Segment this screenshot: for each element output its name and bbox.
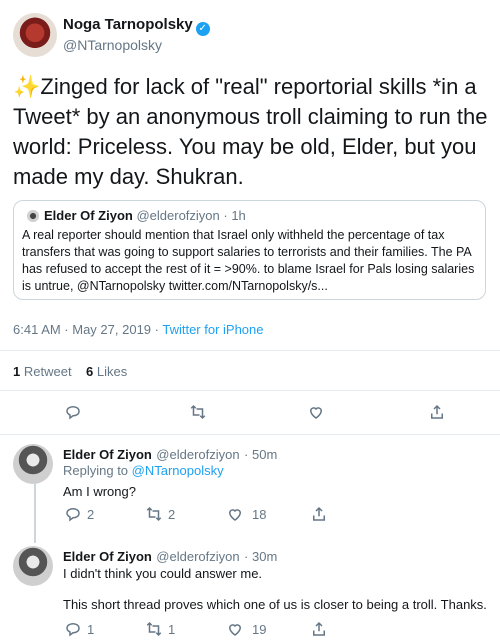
reply-time[interactable]: · 50m <box>244 447 277 462</box>
tweet-source-link[interactable]: Twitter for iPhone <box>162 322 263 337</box>
quoted-handle: @elderofziyon <box>136 208 220 223</box>
reply-text: Am I wrong? <box>63 484 136 499</box>
reply-count: 2 <box>87 507 95 522</box>
tweet-text: ✨Zinged for lack of "real" reportorial s… <box>13 72 493 192</box>
retweet-icon[interactable] <box>144 619 164 639</box>
author-avatar[interactable] <box>13 13 57 57</box>
quoted-time: · 1h <box>223 208 246 223</box>
divider <box>0 434 500 435</box>
heart-icon[interactable] <box>225 504 245 524</box>
replying-to: Replying to @NTarnopolsky <box>63 463 224 478</box>
author-name-text[interactable]: Noga Tarnopolsky <box>63 16 193 33</box>
retweet-count: 2 <box>168 507 176 522</box>
share-icon[interactable] <box>427 402 447 422</box>
like-count: 19 <box>252 622 267 637</box>
reply-author-name[interactable]: Elder Of Ziyon <box>63 549 152 564</box>
tweet-meta: 6:41 AM · May 27, 2019 · Twitter for iPh… <box>13 322 264 337</box>
thread-connector <box>34 483 36 543</box>
share-icon[interactable] <box>309 504 329 524</box>
reply-avatar[interactable] <box>13 546 53 586</box>
likes-label[interactable]: Likes <box>97 364 127 379</box>
sparkle-emoji: ✨ <box>13 74 41 99</box>
reply-author-name[interactable]: Elder Of Ziyon <box>63 447 152 462</box>
reply-icon[interactable] <box>63 504 83 524</box>
retweet-icon[interactable] <box>188 402 208 422</box>
reply-icon[interactable] <box>63 402 83 422</box>
tweet-body: Zinged for lack of "real" reportorial sk… <box>13 74 488 189</box>
verified-badge-icon: ✓ <box>195 22 210 36</box>
reply-header: Elder Of Ziyon @elderofziyon · 30m <box>63 548 277 566</box>
reply-author-handle[interactable]: @elderofziyon <box>156 447 239 462</box>
reply-avatar[interactable] <box>13 444 53 484</box>
share-icon[interactable] <box>309 619 329 639</box>
reply-header: Elder Of Ziyon @elderofziyon · 50m <box>63 446 277 464</box>
reply-icon[interactable] <box>63 619 83 639</box>
author-name[interactable]: Noga Tarnopolsky ✓ <box>63 16 210 36</box>
quoted-text: A real reporter should mention that Isra… <box>22 228 475 293</box>
retweets-label[interactable]: Retweet <box>24 364 72 379</box>
quoted-name: Elder Of Ziyon <box>44 208 133 223</box>
reply-time[interactable]: · 30m <box>244 549 277 564</box>
reply-text-line-2: This short thread proves which one of us… <box>63 597 487 612</box>
divider <box>0 350 500 351</box>
replying-to-label: Replying to <box>63 463 132 478</box>
quoted-avatar <box>27 210 39 222</box>
retweet-count: 1 <box>168 622 176 637</box>
like-count: 18 <box>252 507 267 522</box>
retweet-icon[interactable] <box>144 504 164 524</box>
reply-author-handle[interactable]: @elderofziyon <box>156 549 239 564</box>
retweets-count[interactable]: 1 <box>13 364 20 379</box>
tweet-timestamp[interactable]: 6:41 AM · May 27, 2019 · <box>13 322 162 337</box>
reply-count: 1 <box>87 622 95 637</box>
replying-to-link[interactable]: @NTarnopolsky <box>132 463 224 478</box>
tweet-stats: 1 Retweet 6 Likes <box>13 364 127 379</box>
heart-icon[interactable] <box>306 402 326 422</box>
reply-text-line-1: I didn't think you could answer me. <box>63 566 263 581</box>
heart-icon[interactable] <box>225 619 245 639</box>
likes-count[interactable]: 6 <box>86 364 93 379</box>
author-handle[interactable]: @NTarnopolsky <box>63 37 162 53</box>
quoted-header: Elder Of Ziyon @elderofziyon · 1h <box>44 208 246 223</box>
divider <box>0 390 500 391</box>
